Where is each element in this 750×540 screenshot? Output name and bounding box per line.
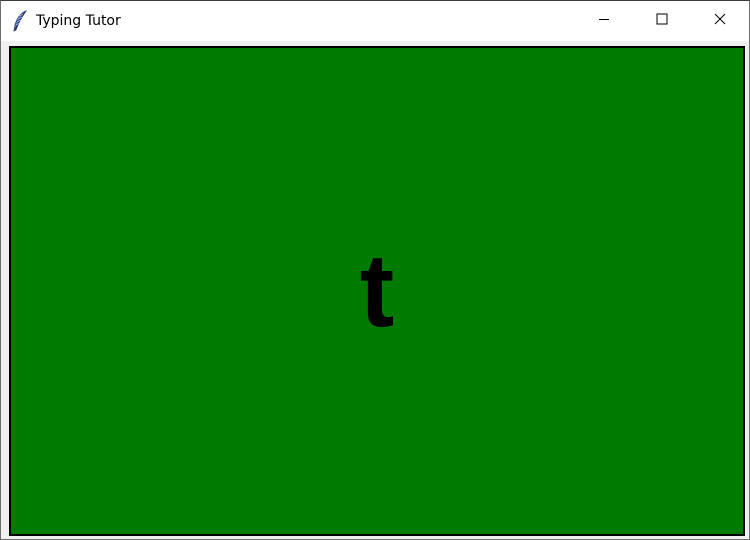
maximize-icon — [656, 12, 668, 30]
maximize-button[interactable] — [633, 1, 691, 41]
typing-canvas[interactable]: t — [9, 46, 745, 536]
minimize-icon — [598, 12, 610, 30]
close-button[interactable] — [691, 1, 749, 41]
current-letter: t — [359, 233, 395, 349]
app-window: Typing Tutor t — [0, 0, 750, 540]
window-title: Typing Tutor — [36, 13, 121, 29]
title-bar[interactable]: Typing Tutor — [1, 1, 749, 41]
close-icon — [714, 12, 726, 30]
feather-icon — [11, 10, 29, 32]
minimize-button[interactable] — [575, 1, 633, 41]
